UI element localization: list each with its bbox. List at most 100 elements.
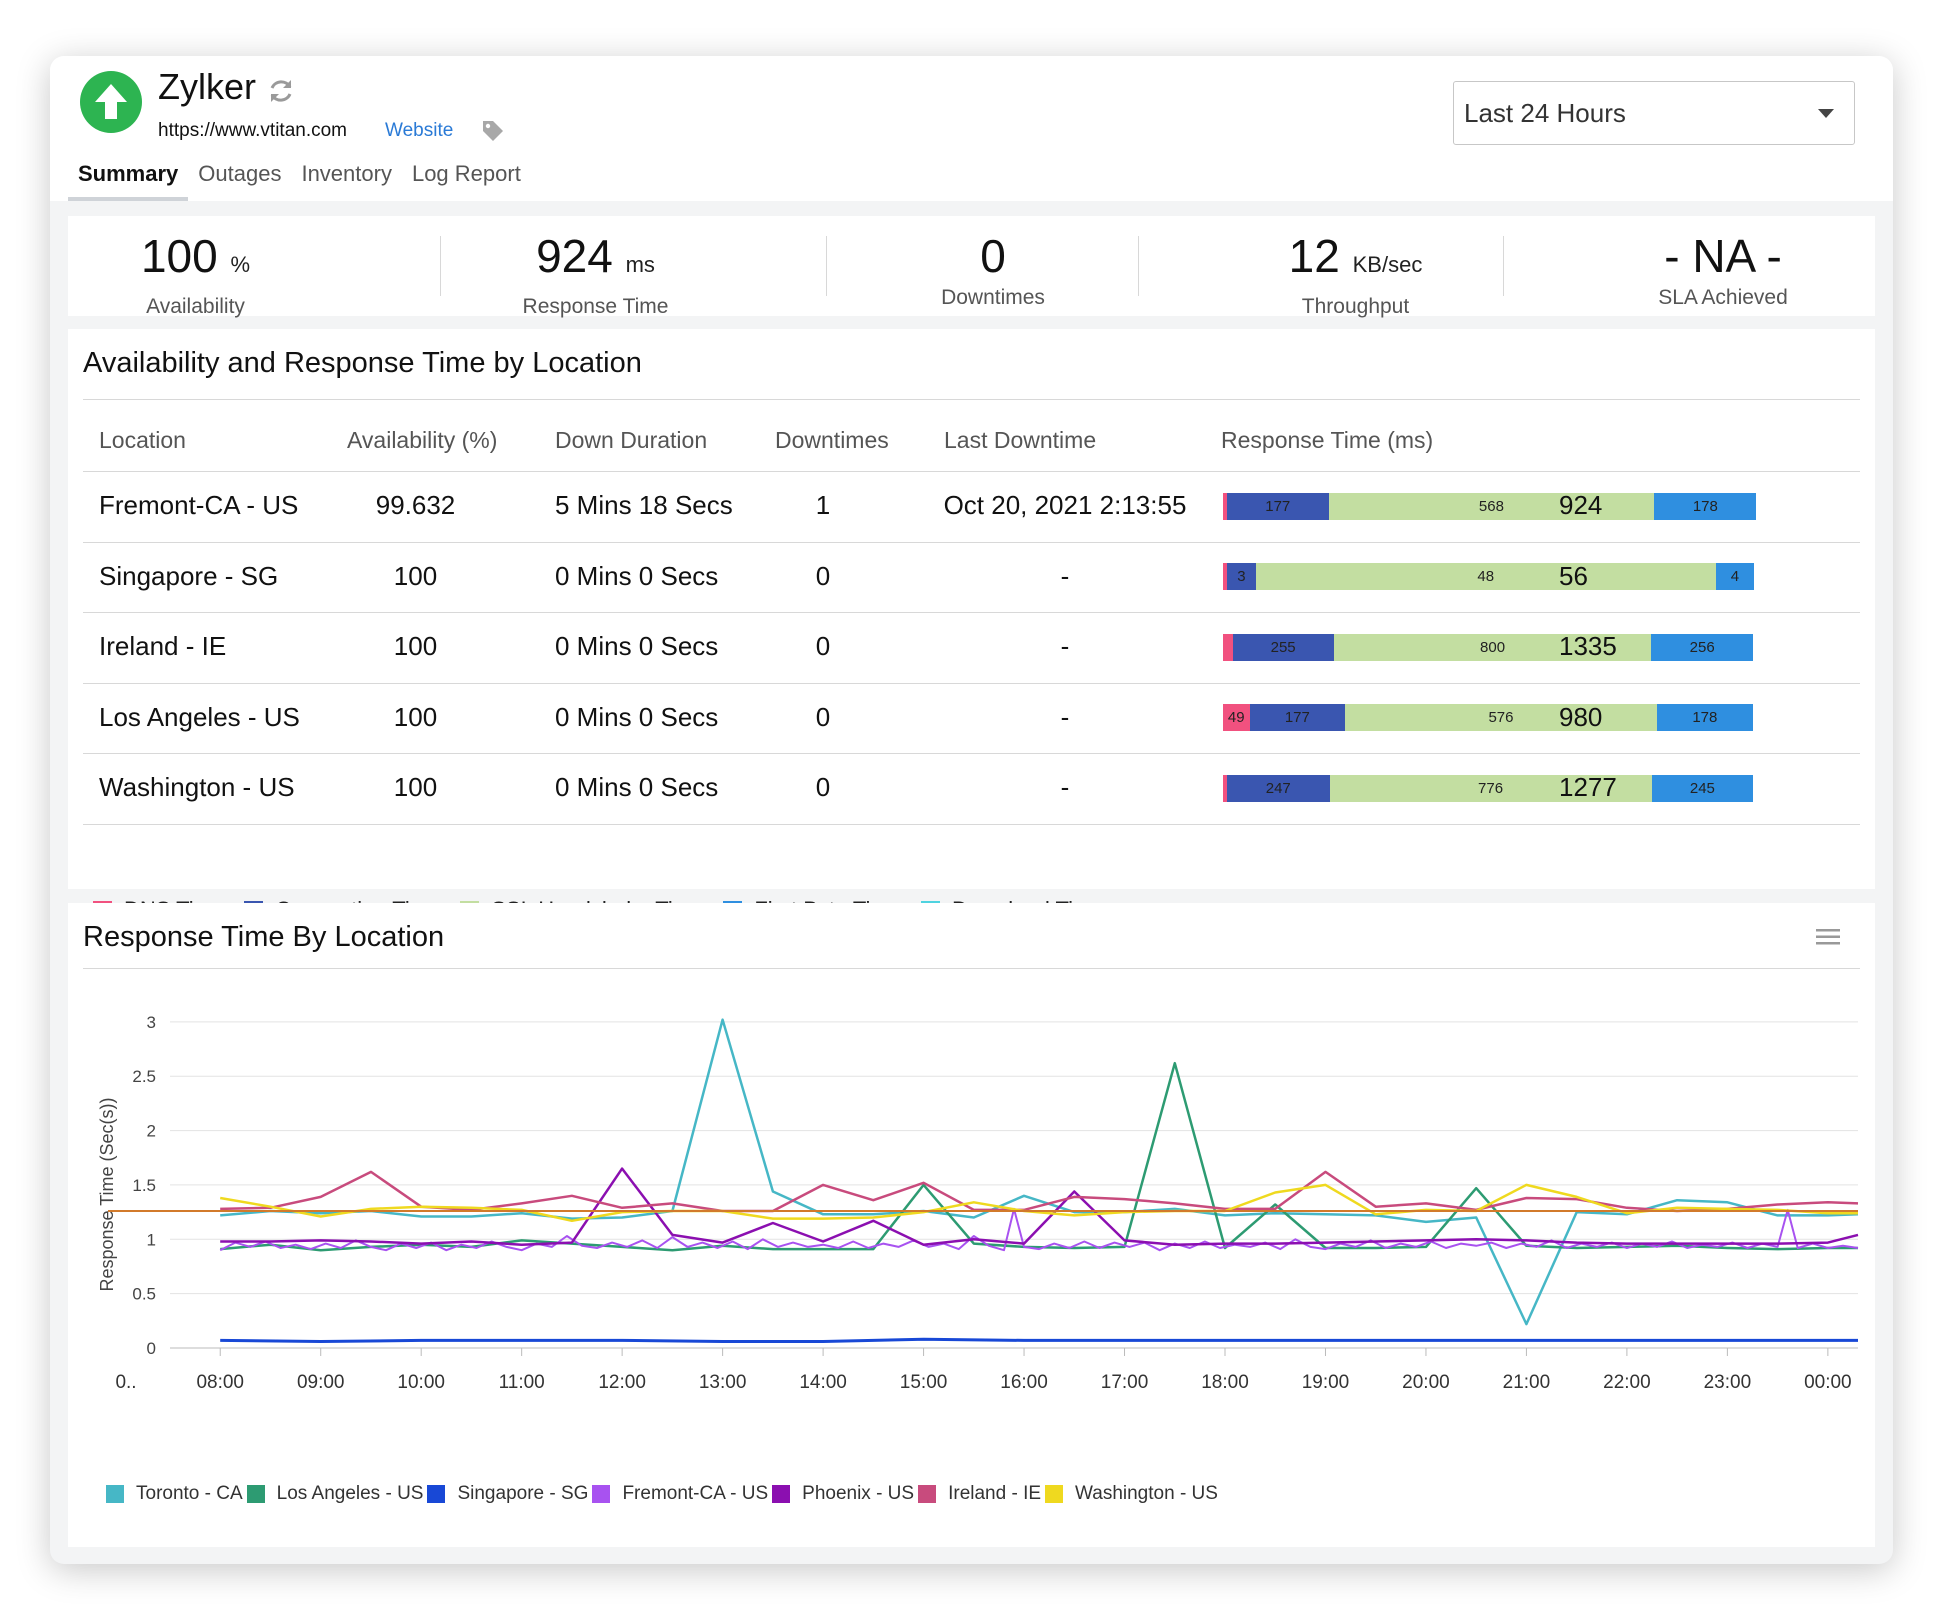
legend-label: Washington - US xyxy=(1075,1483,1218,1504)
divider xyxy=(440,236,441,296)
tab-outages[interactable]: Outages xyxy=(188,156,291,201)
monitor-type-link[interactable]: Website xyxy=(385,120,453,142)
bar-segment-fb[interactable]: 245 xyxy=(1651,774,1754,802)
x-tick-label: 16:00 xyxy=(1000,1372,1048,1393)
bar-segment-dns[interactable] xyxy=(1223,633,1233,661)
bar-segment-conn[interactable]: 177 xyxy=(1227,492,1329,520)
bar-segment-fb[interactable]: 256 xyxy=(1651,633,1753,661)
stat-label: Response Time xyxy=(522,295,669,318)
cell-response-total: 56 xyxy=(1559,560,1588,591)
response-breakdown-bar[interactable]: 177 568 178 xyxy=(1223,492,1757,520)
legend-label: Singapore - SG xyxy=(457,1483,589,1504)
stat-label: Downtimes xyxy=(941,286,1045,309)
bar-segment-ssl[interactable]: 576 xyxy=(1345,704,1657,732)
stat-label: SLA Achieved xyxy=(1658,286,1788,309)
tab-inventory[interactable]: Inventory xyxy=(291,156,402,201)
y-tick-label: 0 xyxy=(147,1339,156,1358)
stat-value: - NA - xyxy=(1664,230,1782,282)
x-tick-label: 10:00 xyxy=(397,1372,445,1393)
cell-availability: 100 xyxy=(393,560,438,591)
y-axis-label: Response Time (Sec(s)) xyxy=(97,1097,117,1291)
row-divider xyxy=(83,823,1860,825)
status-up-icon xyxy=(80,71,142,133)
cell-down-duration: 0 Mins 0 Secs xyxy=(555,701,719,732)
y-tick-label: 1.5 xyxy=(132,1176,156,1195)
legend-label: Los Angeles - US xyxy=(276,1483,424,1504)
bar-segment-ssl[interactable]: 568 xyxy=(1328,492,1655,520)
cell-response-total: 924 xyxy=(1559,490,1603,521)
column-header-down-duration: Down Duration xyxy=(555,427,708,453)
section-title: Availability and Response Time by Locati… xyxy=(83,347,642,379)
chart-legend-item[interactable]: Ireland - IE xyxy=(918,1483,1045,1505)
tab-summary[interactable]: Summary xyxy=(68,156,189,201)
bar-segment-conn[interactable]: 177 xyxy=(1249,704,1346,732)
chart-legend-item[interactable]: Singapore - SG xyxy=(427,1483,592,1505)
response-time-chart-section: Response Time By Location 0 0.5 1 1.5 2 2.5 3 0… xyxy=(68,903,1875,1547)
stat-label: Availability xyxy=(146,295,245,318)
monitor-header: Zylker https://www.vtitan.com Website Su… xyxy=(50,56,1893,201)
cell-last-downtime: - xyxy=(1060,631,1070,662)
x-tick-label: 13:00 xyxy=(699,1372,747,1393)
legend-label: Fremont-CA - US xyxy=(622,1483,769,1504)
cell-last-downtime: - xyxy=(1060,560,1070,591)
cell-location[interactable]: Ireland - IE xyxy=(99,631,226,662)
x-tick-label: 17:00 xyxy=(1101,1372,1149,1393)
stat-sla: - NA - SLA Achieved xyxy=(1633,216,1813,316)
cell-location[interactable]: Washington - US xyxy=(99,772,295,803)
x-tick-label: 14:00 xyxy=(799,1372,847,1393)
response-breakdown-bar[interactable]: 247 776 245 xyxy=(1223,774,1754,802)
monitor-url[interactable]: https://www.vtitan.com xyxy=(158,120,347,142)
response-breakdown-bar[interactable]: 255 800 256 xyxy=(1223,633,1753,661)
chart-legend-item[interactable]: Los Angeles - US xyxy=(246,1483,428,1505)
x-tick-label: 00:00 xyxy=(1804,1372,1852,1393)
stat-value: 100 xyxy=(140,230,218,282)
x-tick-label: 21:00 xyxy=(1503,1372,1551,1393)
monitor-name: Zylker xyxy=(158,66,256,107)
cell-location[interactable]: Los Angeles - US xyxy=(99,702,300,733)
cell-location[interactable]: Singapore - SG xyxy=(99,561,278,592)
time-range-value: Last 24 Hours xyxy=(1464,98,1626,128)
y-tick-label: 0.5 xyxy=(132,1285,156,1304)
y-tick-label: 2 xyxy=(147,1122,156,1141)
bar-segment-fb[interactable]: 4 xyxy=(1715,563,1755,591)
bar-segment-dns[interactable]: 49 xyxy=(1223,704,1250,732)
column-header-downtimes: Downtimes xyxy=(775,427,889,453)
monitor-panel: Zylker https://www.vtitan.com Website Su… xyxy=(50,56,1893,1564)
bar-segment-conn[interactable]: 255 xyxy=(1232,633,1334,661)
chart-legend-item[interactable]: Toronto - CA xyxy=(106,1483,247,1505)
stat-unit: % xyxy=(230,252,251,277)
bar-segment-fb[interactable]: 178 xyxy=(1656,704,1753,732)
x-tick-label: 22:00 xyxy=(1603,1372,1651,1393)
cell-down-duration: 0 Mins 0 Secs xyxy=(555,631,719,662)
legend-label: Toronto - CA xyxy=(136,1483,243,1504)
bar-segment-ssl[interactable]: 48 xyxy=(1255,563,1716,591)
chart-legend-item[interactable]: Fremont-CA - US xyxy=(592,1483,772,1505)
cell-availability: 100 xyxy=(393,701,438,732)
series-line-singapore-sg xyxy=(220,1337,1858,1343)
legend-swatch xyxy=(246,1485,265,1503)
row-divider xyxy=(83,753,1860,754)
x-tick-label: 08:00 xyxy=(196,1372,244,1393)
bar-segment-conn[interactable]: 3 xyxy=(1227,563,1256,591)
refresh-icon[interactable] xyxy=(266,76,296,111)
cell-response-total: 1335 xyxy=(1559,631,1617,662)
chart-legend-item[interactable]: Washington - US xyxy=(1045,1483,1222,1505)
bar-segment-conn[interactable]: 247 xyxy=(1227,774,1330,802)
stats-bar: 100 % Availability 924 ms Response Time … xyxy=(68,216,1875,318)
x-tick-label: 12:00 xyxy=(598,1372,646,1393)
cell-location[interactable]: Fremont-CA - US xyxy=(99,490,298,521)
stat-response-time: 924 ms Response Time xyxy=(473,216,718,318)
time-range-select[interactable]: Last 24 Hours xyxy=(1453,81,1855,145)
response-breakdown-bar[interactable]: 3 48 4 xyxy=(1223,563,1755,591)
cell-downtimes: 0 xyxy=(815,701,831,732)
bar-segment-fb[interactable]: 178 xyxy=(1654,492,1757,520)
x-tick-label: 15:00 xyxy=(900,1372,948,1393)
tag-icon[interactable] xyxy=(480,118,506,149)
response-time-line-chart: 0 0.5 1 1.5 2 2.5 3 0.. 08:00 09:00 10:00 11:00 12:0… xyxy=(97,1013,1859,1393)
tab-log-report[interactable]: Log Report xyxy=(402,156,531,201)
cell-downtimes: 1 xyxy=(815,490,831,521)
divider xyxy=(83,399,1860,400)
legend-swatch xyxy=(106,1485,124,1503)
response-breakdown-bar[interactable]: 49 177 576 178 xyxy=(1223,704,1753,732)
chart-legend-item[interactable]: Phoenix - US xyxy=(772,1483,918,1505)
